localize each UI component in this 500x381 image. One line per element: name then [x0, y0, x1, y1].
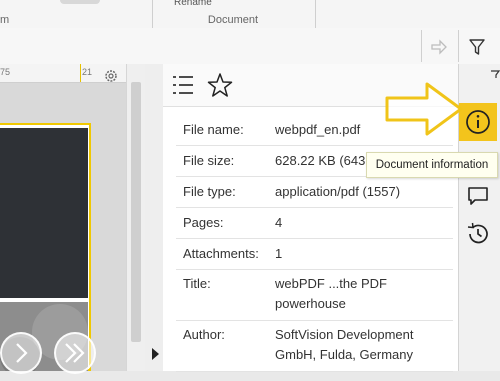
meta-key: File name: [176, 115, 275, 146]
next-page-button[interactable] [0, 332, 42, 374]
ruler-tick-label: 75 [0, 67, 11, 77]
list-icon[interactable] [172, 74, 194, 96]
star-icon[interactable] [207, 72, 233, 98]
ribbon-group-label: Document [207, 14, 259, 26]
panel-collapse-bar[interactable] [145, 64, 164, 371]
meta-key: Author: [176, 320, 275, 372]
toolbar [0, 28, 500, 65]
table-row: Title: webPDF ...the PDF powerhouse [176, 269, 453, 321]
history-icon[interactable] [465, 221, 491, 247]
filter-tab-fragment[interactable] [490, 66, 500, 78]
meta-key: Pages: [176, 207, 275, 239]
collapse-arrow-icon[interactable] [152, 348, 159, 360]
table-row: File type: application/pdf (1557) [176, 176, 453, 208]
meta-key: File size: [176, 145, 275, 177]
filter-icon[interactable] [466, 36, 488, 58]
comment-icon[interactable] [466, 185, 490, 207]
gear-icon[interactable] [103, 68, 119, 84]
meta-value: 4 [275, 207, 453, 239]
meta-value: 1 [275, 238, 453, 270]
meta-value: webPDF ...the PDF powerhouse [275, 276, 387, 311]
toolbar-divider [421, 30, 422, 62]
ruler-marker [80, 64, 81, 82]
meta-key: Title: [176, 269, 275, 321]
ruler-tick-label: 21 [82, 67, 93, 77]
table-row: Pages: 4 [176, 207, 453, 239]
last-page-button[interactable] [54, 332, 96, 374]
table-row: Author: SoftVision Development GmbH, Fuld… [176, 320, 453, 372]
rename-button[interactable]: Rename [152, 0, 314, 8]
ribbon-button-fragment[interactable] [60, 0, 100, 4]
meta-key: File type: [176, 176, 275, 208]
meta-key: Attachments: [176, 238, 275, 270]
table-row: Attachments: 1 [176, 238, 453, 270]
page-cover-image [0, 128, 88, 298]
meta-value: SoftVision Development GmbH, Fulda, Germ… [275, 327, 414, 362]
callout-arrow-icon [385, 82, 465, 136]
meta-value: application/pdf (1557) [275, 176, 453, 208]
toolbar-divider [458, 30, 459, 62]
vertical-scrollbar[interactable] [126, 64, 146, 371]
arrow-right-icon[interactable] [428, 36, 450, 58]
scrollbar-thumb[interactable] [131, 82, 141, 342]
ribbon-group-label-left: m [0, 14, 10, 26]
tooltip: Document information [366, 152, 498, 178]
